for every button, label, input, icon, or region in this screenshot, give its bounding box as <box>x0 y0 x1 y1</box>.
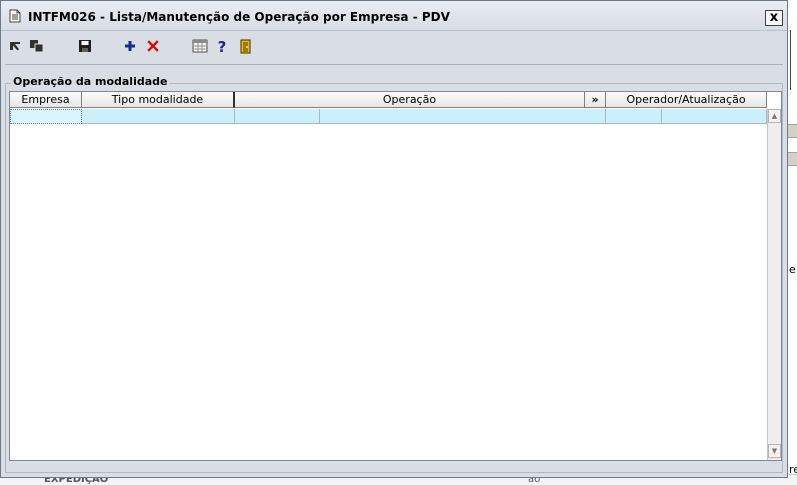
grid-cell-atualizacao[interactable] <box>662 109 767 124</box>
background-text-fragment: e <box>789 263 796 276</box>
grid-cell-operador[interactable] <box>606 109 662 124</box>
title-bar[interactable]: INTFM026 - Lista/Manutenção de Operação … <box>1 1 787 31</box>
grid-cell-tipo-modalidade[interactable] <box>82 109 235 124</box>
background-toolbar-strip <box>788 152 797 166</box>
background-toolbar-strip <box>788 124 797 138</box>
first-record-icon[interactable] <box>7 38 23 54</box>
column-header-tipo-modalidade[interactable]: Tipo modalidade <box>82 92 235 108</box>
grid-cell-empresa[interactable] <box>10 109 82 124</box>
window-title: INTFM026 - Lista/Manutenção de Operação … <box>28 10 450 24</box>
dialog-window: INTFM026 - Lista/Manutenção de Operação … <box>0 0 788 478</box>
column-header-empresa[interactable]: Empresa <box>10 92 82 108</box>
copy-record-icon[interactable] <box>29 38 45 54</box>
scroll-up-arrow-icon[interactable]: ▲ <box>768 109 781 123</box>
delete-icon[interactable] <box>145 38 161 54</box>
background-app-right-edge: e re <box>788 0 797 484</box>
add-icon[interactable] <box>122 38 138 54</box>
help-icon[interactable]: ? <box>214 38 230 54</box>
column-header-operacao[interactable]: Operação <box>235 92 585 108</box>
grid-cell-operacao-code[interactable] <box>235 109 320 124</box>
toolbar: ? <box>1 32 787 60</box>
save-icon[interactable] <box>77 38 93 54</box>
grid-cell-operacao-description[interactable] <box>320 109 606 124</box>
vertical-scrollbar[interactable]: ▲ ▼ <box>767 109 781 460</box>
data-grid: Empresa Tipo modalidade Operação » Opera… <box>9 91 782 461</box>
column-expand-button[interactable]: » <box>585 92 606 108</box>
group-label: Operação da modalidade <box>11 75 170 88</box>
scroll-down-arrow-icon[interactable]: ▼ <box>768 444 781 458</box>
document-icon <box>9 9 21 23</box>
grid-config-icon[interactable] <box>192 38 208 54</box>
column-header-operador-atualizacao[interactable]: Operador/Atualização <box>606 92 767 108</box>
background-divider <box>790 30 791 90</box>
svg-text:?: ? <box>218 39 227 54</box>
close-button[interactable]: x <box>765 10 783 26</box>
toolbar-separator <box>5 64 783 65</box>
exit-door-icon[interactable] <box>238 38 254 54</box>
